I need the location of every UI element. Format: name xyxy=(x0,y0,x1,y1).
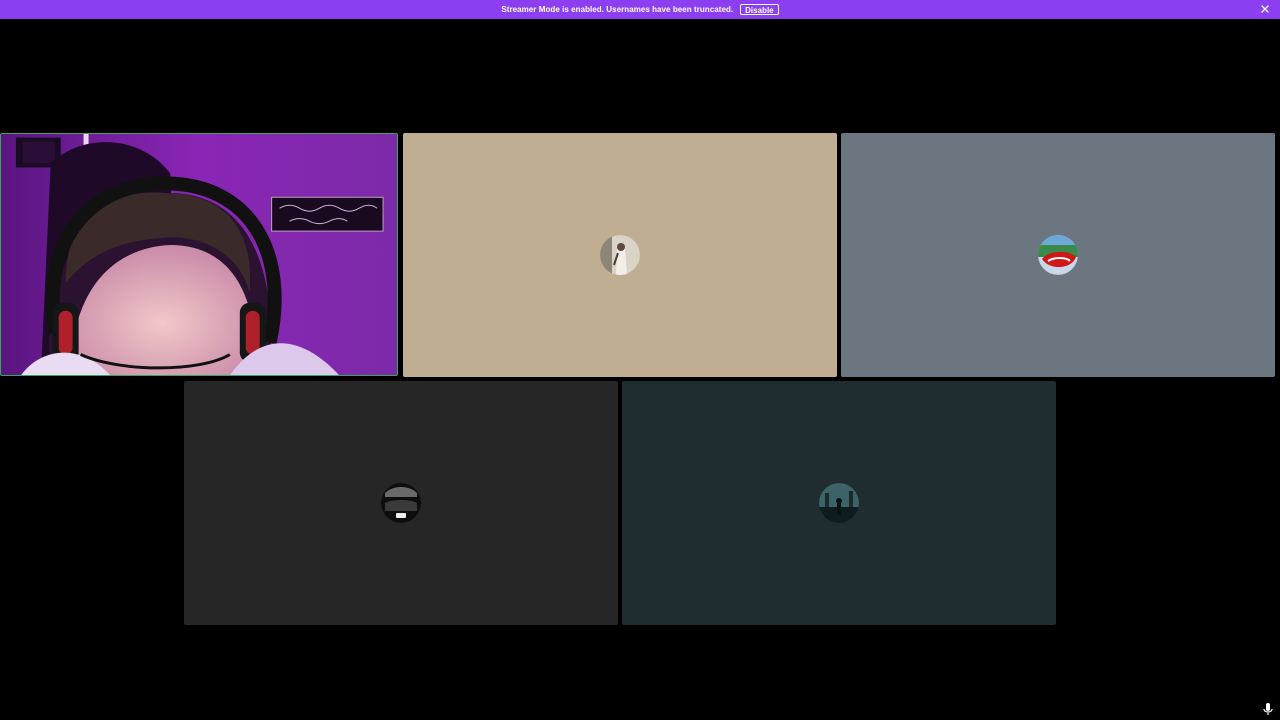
disable-streamer-mode-button[interactable]: Disable xyxy=(740,4,779,15)
self-video-tile[interactable] xyxy=(0,133,398,376)
participant-tile[interactable] xyxy=(403,133,837,377)
close-icon[interactable] xyxy=(1259,3,1271,15)
dark-car-avatar-icon xyxy=(381,483,421,523)
microphone-icon[interactable] xyxy=(1262,702,1274,716)
streamer-mode-message: Streamer Mode is enabled. Usernames have… xyxy=(501,5,734,14)
dark-scene-avatar-icon xyxy=(819,483,859,523)
participant-tile[interactable] xyxy=(184,381,618,625)
red-blue-avatar-icon xyxy=(1038,235,1078,275)
streamer-mode-banner: Streamer Mode is enabled. Usernames have… xyxy=(0,0,1280,19)
portrait-avatar-icon xyxy=(600,235,640,275)
participant-tile[interactable] xyxy=(841,133,1275,377)
participant-tile[interactable] xyxy=(622,381,1056,625)
camera-feed-image xyxy=(1,134,397,375)
